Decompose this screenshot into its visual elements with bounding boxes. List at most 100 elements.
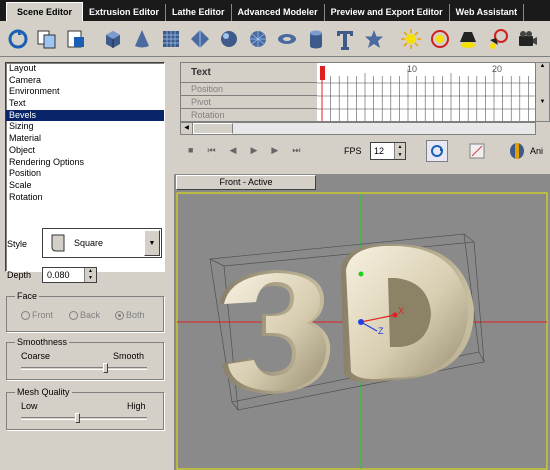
- property-item-object[interactable]: Object: [6, 145, 164, 157]
- timeline-panel: Text Position Pivot Rotation 10 20 ▲ ▼ ◀ …: [176, 62, 550, 172]
- property-item-position[interactable]: Position: [6, 168, 164, 180]
- animation-icon: [510, 143, 524, 159]
- style-select[interactable]: Square ▼: [42, 228, 162, 258]
- loop-icon: [431, 145, 443, 157]
- paste-scene-icon[interactable]: [64, 27, 88, 51]
- target-light-icon[interactable]: [486, 27, 510, 51]
- timeline-grid[interactable]: Text Position Pivot Rotation 10 20 ▲ ▼: [180, 62, 550, 122]
- property-item-text[interactable]: Text: [6, 98, 164, 110]
- cube-icon[interactable]: [101, 27, 125, 51]
- stop-icon[interactable]: ■: [188, 145, 193, 156]
- text-icon[interactable]: [333, 27, 357, 51]
- copy-scene-icon[interactable]: [35, 27, 59, 51]
- mesh-quality-slider-track[interactable]: [21, 417, 147, 420]
- properties-panel: Layout Camera Environment Text Bevels Si…: [0, 58, 172, 470]
- smoothness-slider-track[interactable]: [21, 367, 147, 370]
- timeline-horizontal-scrollbar[interactable]: ◀: [180, 122, 536, 135]
- cone-icon[interactable]: [130, 27, 154, 51]
- loop-toggle[interactable]: [426, 140, 448, 162]
- property-item-layout[interactable]: Layout: [6, 63, 164, 75]
- scroll-left-icon[interactable]: ◀: [181, 123, 193, 134]
- axis-x-label: X: [398, 306, 404, 316]
- light-icon[interactable]: [399, 27, 423, 51]
- face-front-radio[interactable]: Front: [21, 310, 53, 320]
- bevel-square-icon: [51, 234, 65, 252]
- spotlight-icon[interactable]: [457, 27, 481, 51]
- step-back-icon[interactable]: ◀: [230, 145, 237, 156]
- torus-icon[interactable]: [275, 27, 299, 51]
- timeline-row-rotation[interactable]: Rotation: [181, 109, 317, 122]
- fps-field[interactable]: 12 ▲ ▼: [370, 142, 406, 160]
- smoothness-high-label: Smooth: [113, 351, 145, 361]
- mesh-quality-group: Mesh Quality Low High: [6, 387, 164, 430]
- depth-spinner[interactable]: ▲ ▼: [84, 268, 96, 282]
- skip-start-icon[interactable]: ⏮: [207, 145, 215, 156]
- property-item-bevels[interactable]: Bevels: [6, 109, 164, 122]
- keyframe-button[interactable]: [466, 140, 488, 162]
- face-title: Face: [15, 291, 40, 301]
- plane-grid-icon[interactable]: [159, 27, 183, 51]
- property-item-camera[interactable]: Camera: [6, 75, 164, 87]
- extruded-3d-text: [220, 244, 474, 394]
- smoothness-slider-thumb[interactable]: [103, 363, 109, 373]
- face-back-radio[interactable]: Back: [69, 310, 100, 320]
- timeline-vertical-scrollbar[interactable]: ▲ ▼: [535, 63, 549, 121]
- new-scene-icon[interactable]: [6, 27, 30, 51]
- viewport-scene: X Z: [176, 192, 548, 470]
- smoothness-group: Smoothness Coarse Smooth: [6, 337, 164, 380]
- camera-icon[interactable]: [515, 27, 539, 51]
- playback-controls: ■ ⏮ ◀ ▶ ▶ ⏭: [188, 145, 300, 156]
- geosphere-icon[interactable]: [246, 27, 270, 51]
- tick-label-10: 10: [407, 64, 418, 74]
- pyramid-icon[interactable]: [188, 27, 212, 51]
- depth-label: Depth: [7, 270, 32, 280]
- x-gizmo-handle: [392, 312, 398, 318]
- tab-extrusion-editor[interactable]: Extrusion Editor: [83, 4, 167, 21]
- depth-field[interactable]: 0.080 ▲ ▼: [42, 267, 97, 283]
- sphere-icon[interactable]: [217, 27, 241, 51]
- omni-light-icon[interactable]: [428, 27, 452, 51]
- mesh-quality-high-label: High: [127, 401, 146, 411]
- tab-scene-editor[interactable]: Scene Editor: [6, 2, 84, 21]
- tab-web-assistant[interactable]: Web Assistant: [450, 4, 525, 21]
- tab-advanced-modeler[interactable]: Advanced Modeler: [232, 4, 325, 21]
- star-icon[interactable]: [362, 27, 386, 51]
- tab-preview-export-editor[interactable]: Preview and Export Editor: [325, 4, 450, 21]
- depth-value: 0.080: [47, 270, 70, 280]
- face-group: Face Front Back Both: [6, 291, 164, 332]
- chevron-down-icon[interactable]: ▼: [144, 230, 160, 256]
- axis-z-label: Z: [378, 326, 384, 336]
- cylinder-icon[interactable]: [304, 27, 328, 51]
- tick-label-20: 20: [492, 64, 503, 74]
- style-value: Square: [74, 238, 104, 248]
- timeline-row-text[interactable]: Text: [181, 63, 317, 83]
- property-item-environment[interactable]: Environment: [6, 86, 164, 98]
- property-item-sizing[interactable]: Sizing: [6, 121, 164, 133]
- property-item-rendering-options[interactable]: Rendering Options: [6, 157, 164, 169]
- step-forward-icon[interactable]: ▶: [271, 145, 278, 156]
- animation-label: Ani: [530, 146, 544, 156]
- timeline-row-pivot[interactable]: Pivot: [181, 96, 317, 109]
- skip-end-icon[interactable]: ⏭: [292, 145, 300, 156]
- style-label: Style: [7, 239, 28, 249]
- property-item-material[interactable]: Material: [6, 133, 164, 145]
- timeline-ruler: [317, 63, 535, 121]
- tab-lathe-editor[interactable]: Lathe Editor: [166, 4, 232, 21]
- keyframe-icon: [469, 143, 485, 159]
- face-both-radio[interactable]: Both: [115, 310, 145, 320]
- toolbar: [0, 21, 550, 57]
- fps-label: FPS: [344, 146, 362, 156]
- animation-button[interactable]: [506, 140, 528, 162]
- mesh-quality-slider-thumb[interactable]: [75, 413, 81, 423]
- mesh-quality-low-label: Low: [21, 401, 38, 411]
- smoothness-low-label: Coarse: [21, 351, 51, 361]
- fps-spinner[interactable]: ▲ ▼: [394, 143, 405, 159]
- mesh-quality-title: Mesh Quality: [15, 387, 72, 397]
- timeline-row-position[interactable]: Position: [181, 83, 317, 96]
- 3d-viewport[interactable]: Front - Active X Z: [174, 174, 550, 470]
- scrollbar-thumb[interactable]: [193, 123, 233, 134]
- property-item-rotation[interactable]: Rotation: [6, 192, 164, 204]
- gizmo-center: [358, 319, 364, 325]
- play-icon[interactable]: ▶: [250, 145, 257, 156]
- property-item-scale[interactable]: Scale: [6, 180, 164, 192]
